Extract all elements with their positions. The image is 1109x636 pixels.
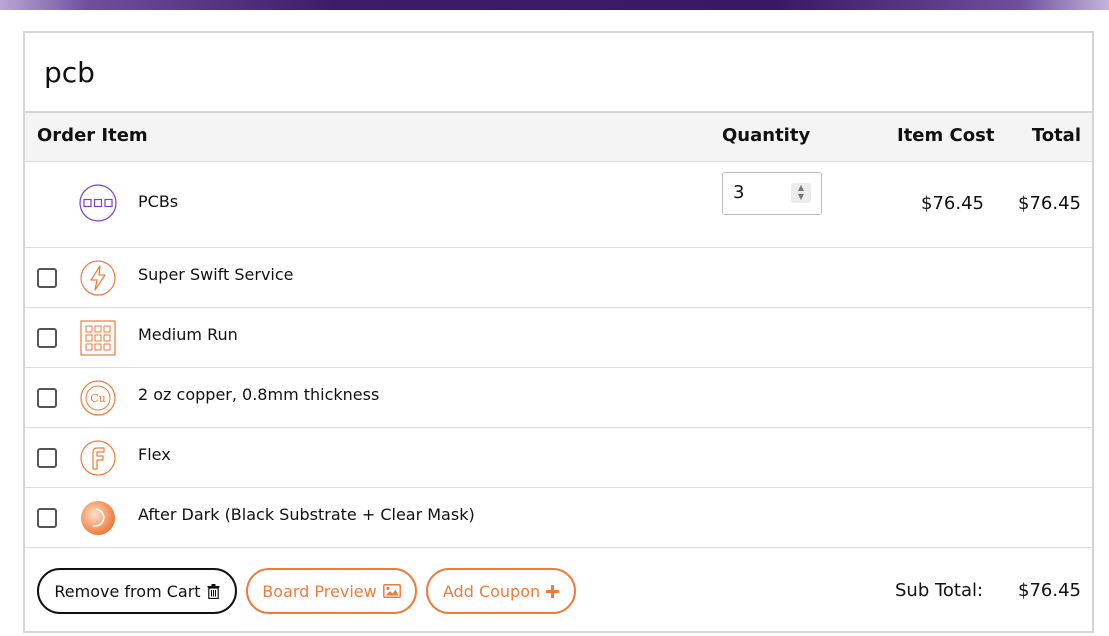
list-item: Cu 2 oz copper, 0.8mm thickness [25, 368, 1092, 428]
option-label: After Dark (Black Substrate + Clear Mask… [138, 505, 475, 524]
remove-from-cart-button[interactable]: Remove from Cart [37, 568, 237, 614]
quantity-value: 3 [733, 182, 745, 203]
coupon-label: Add Coupon [442, 581, 541, 601]
quantity-stepper[interactable]: 3 ▲ ▼ [722, 172, 822, 215]
pcb-board-icon [79, 184, 117, 222]
option-label: Super Swift Service [138, 265, 294, 284]
after-dark-icon [81, 501, 115, 535]
trash-icon [207, 583, 220, 599]
header-total: Total [1031, 125, 1081, 146]
subtotal-label: Sub Total: [895, 580, 984, 601]
subtotal-value: $76.45 [1018, 580, 1081, 601]
image-icon [382, 584, 401, 598]
svg-text:Cu: Cu [90, 392, 106, 405]
board-preview-button[interactable]: Board Preview [246, 568, 417, 614]
table-header: Order Item Quantity Item Cost Total [25, 113, 1092, 162]
lightning-icon [80, 260, 116, 296]
table-row: PCBs 3 ▲ ▼ $76.45 $76.45 [25, 162, 1092, 248]
top-gradient-bar [0, 0, 1109, 10]
remove-label: Remove from Cart [54, 581, 201, 601]
add-coupon-button[interactable]: Add Coupon [426, 568, 576, 614]
option-label: 2 oz copper, 0.8mm thickness [138, 385, 380, 404]
cart-footer: Remove from Cart Board Preview Add Coupo… [25, 548, 1092, 636]
list-item: After Dark (Black Substrate + Clear Mask… [25, 488, 1092, 548]
list-item: Flex [25, 428, 1092, 488]
panel-grid-icon [80, 320, 116, 356]
item-total: $76.45 [1018, 193, 1081, 214]
item-cost: $76.45 [921, 193, 984, 214]
cart-card: pcb Order Item Quantity Item Cost Total … [23, 31, 1094, 633]
option-checkbox[interactable] [37, 448, 57, 468]
copper-icon: Cu [80, 380, 116, 416]
flex-icon [80, 440, 116, 476]
spinner-arrows-icon[interactable]: ▲ ▼ [791, 183, 811, 203]
option-checkbox[interactable] [37, 508, 57, 528]
preview-label: Board Preview [262, 581, 377, 601]
list-item: Medium Run [25, 308, 1092, 368]
option-checkbox[interactable] [37, 268, 57, 288]
option-checkbox[interactable] [37, 388, 57, 408]
header-quantity: Quantity [722, 125, 811, 146]
option-label: Flex [138, 445, 171, 464]
option-label: Medium Run [138, 325, 238, 344]
option-checkbox[interactable] [37, 328, 57, 348]
item-name: PCBs [138, 192, 179, 211]
header-item-cost: Item Cost [897, 125, 995, 146]
list-item: Super Swift Service [25, 248, 1092, 308]
header-order-item: Order Item [37, 125, 148, 146]
cart-title: pcb [25, 33, 1092, 113]
plus-icon [546, 584, 560, 598]
